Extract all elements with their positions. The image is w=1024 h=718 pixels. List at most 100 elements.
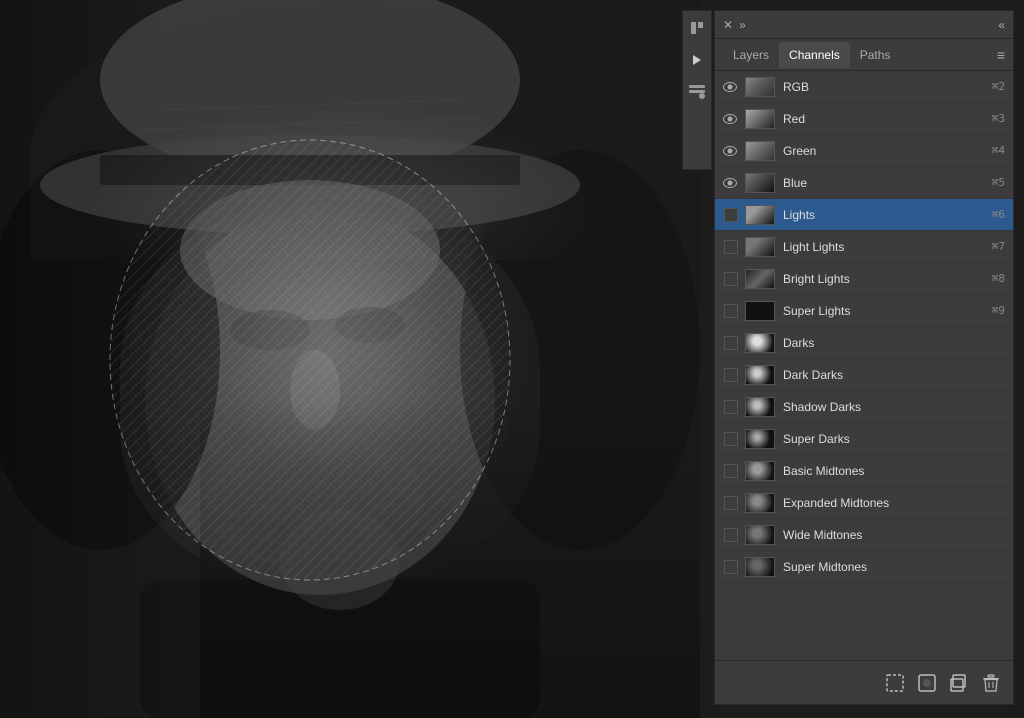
panel-titlebar: ✕ » «: [715, 11, 1013, 39]
channel-name-green: Green: [779, 144, 992, 158]
vis-square-basic-midtones: [724, 464, 738, 478]
channel-row-basic-midtones[interactable]: Basic Midtones: [715, 455, 1013, 487]
eye-visibility-red[interactable]: [719, 114, 741, 124]
vis-square-wide-midtones: [724, 528, 738, 542]
channel-shortcut-bright-lights: ⌘8: [992, 272, 1009, 285]
channel-name-dark-darks: Dark Darks: [779, 368, 1009, 382]
delete-channel-button[interactable]: [979, 671, 1003, 695]
channel-list: RGB⌘2Red⌘3Green⌘4Blue⌘5Lights⌘6Light Lig…: [715, 71, 1013, 660]
channel-name-super-lights: Super Lights: [779, 304, 992, 318]
bottom-toolbar: [715, 660, 1013, 704]
channel-shortcut-super-lights: ⌘9: [992, 304, 1009, 317]
eye-visibility-shadow-darks[interactable]: [719, 400, 741, 414]
vis-square-bright-lights: [724, 272, 738, 286]
side-toolbar: [682, 10, 712, 170]
channel-thumb-super-lights: [745, 301, 775, 321]
tab-paths[interactable]: Paths: [850, 42, 901, 68]
channel-name-blue: Blue: [779, 176, 992, 190]
new-channel-button[interactable]: [915, 671, 939, 695]
eye-visibility-bright-lights[interactable]: [719, 272, 741, 286]
eye-visibility-wide-midtones[interactable]: [719, 528, 741, 542]
vis-square-shadow-darks: [724, 400, 738, 414]
channel-thumb-shadow-darks: [745, 397, 775, 417]
eye-icon-green[interactable]: [723, 146, 737, 156]
eye-visibility-basic-midtones[interactable]: [719, 464, 741, 478]
channel-shortcut-green: ⌘4: [992, 144, 1009, 157]
eye-visibility-super-darks[interactable]: [719, 432, 741, 446]
channel-row-darks[interactable]: Darks: [715, 327, 1013, 359]
vis-square-light-lights: [724, 240, 738, 254]
channel-row-bright-lights[interactable]: Bright Lights⌘8: [715, 263, 1013, 295]
channel-row-super-darks[interactable]: Super Darks: [715, 423, 1013, 455]
eye-visibility-blue[interactable]: [719, 178, 741, 188]
channel-name-wide-midtones: Wide Midtones: [779, 528, 1009, 542]
panel-menu-icon[interactable]: ≡: [997, 47, 1005, 63]
channel-name-lights: Lights: [779, 208, 992, 222]
tab-bar: Layers Channels Paths ≡: [715, 39, 1013, 71]
eye-visibility-rgb[interactable]: [719, 82, 741, 92]
vis-square-super-midtones: [724, 560, 738, 574]
channel-name-shadow-darks: Shadow Darks: [779, 400, 1009, 414]
layer-tool-icon[interactable]: [686, 81, 708, 103]
channel-name-light-lights: Light Lights: [779, 240, 992, 254]
play-icon[interactable]: [686, 49, 708, 71]
channel-name-bright-lights: Bright Lights: [779, 272, 992, 286]
collapse-button[interactable]: «: [998, 18, 1005, 32]
vis-square-lights: [724, 208, 738, 222]
channel-name-super-darks: Super Darks: [779, 432, 1009, 446]
expand-button[interactable]: »: [739, 18, 746, 32]
channel-thumb-dark-darks: [745, 365, 775, 385]
channel-row-super-lights[interactable]: Super Lights⌘9: [715, 295, 1013, 327]
channel-row-red[interactable]: Red⌘3: [715, 103, 1013, 135]
eye-icon-rgb[interactable]: [723, 82, 737, 92]
channel-name-darks: Darks: [779, 336, 1009, 350]
channel-row-shadow-darks[interactable]: Shadow Darks: [715, 391, 1013, 423]
channel-row-expanded-mid[interactable]: Expanded Midtones: [715, 487, 1013, 519]
channels-panel: ✕ » « Layers Channels Paths ≡ RGB⌘2Red⌘3…: [714, 10, 1014, 705]
eye-visibility-dark-darks[interactable]: [719, 368, 741, 382]
channel-shortcut-light-lights: ⌘7: [992, 240, 1009, 253]
channel-row-wide-midtones[interactable]: Wide Midtones: [715, 519, 1013, 551]
channel-name-basic-midtones: Basic Midtones: [779, 464, 1009, 478]
channel-thumb-green: [745, 141, 775, 161]
channel-thumb-blue: [745, 173, 775, 193]
channel-row-blue[interactable]: Blue⌘5: [715, 167, 1013, 199]
vis-square-expanded-mid: [724, 496, 738, 510]
channel-thumb-super-darks: [745, 429, 775, 449]
eye-visibility-darks[interactable]: [719, 336, 741, 350]
channel-thumb-basic-midtones: [745, 461, 775, 481]
eye-icon-red[interactable]: [723, 114, 737, 124]
channel-row-lights[interactable]: Lights⌘6: [715, 199, 1013, 231]
channel-row-light-lights[interactable]: Light Lights⌘7: [715, 231, 1013, 263]
eye-visibility-super-lights[interactable]: [719, 304, 741, 318]
tab-layers[interactable]: Layers: [723, 42, 779, 68]
channel-row-rgb[interactable]: RGB⌘2: [715, 71, 1013, 103]
channel-row-green[interactable]: Green⌘4: [715, 135, 1013, 167]
eye-visibility-lights[interactable]: [719, 208, 741, 222]
eye-visibility-green[interactable]: [719, 146, 741, 156]
channel-name-super-midtones: Super Midtones: [779, 560, 1009, 574]
eye-icon-blue[interactable]: [723, 178, 737, 188]
channel-thumb-wide-midtones: [745, 525, 775, 545]
vis-square-darks: [724, 336, 738, 350]
channel-thumb-darks: [745, 333, 775, 353]
channel-row-dark-darks[interactable]: Dark Darks: [715, 359, 1013, 391]
channel-row-super-midtones[interactable]: Super Midtones: [715, 551, 1013, 583]
eye-visibility-light-lights[interactable]: [719, 240, 741, 254]
channel-thumb-light-lights: [745, 237, 775, 257]
tool-icon-1[interactable]: [686, 17, 708, 39]
channel-thumb-rgb: [745, 77, 775, 97]
eye-visibility-super-midtones[interactable]: [719, 560, 741, 574]
tab-channels[interactable]: Channels: [779, 42, 850, 68]
channel-shortcut-rgb: ⌘2: [992, 80, 1009, 93]
selection-button[interactable]: [883, 671, 907, 695]
close-button[interactable]: ✕: [723, 18, 733, 32]
vis-square-super-darks: [724, 432, 738, 446]
vis-square-dark-darks: [724, 368, 738, 382]
channel-shortcut-lights: ⌘6: [992, 208, 1009, 221]
duplicate-channel-button[interactable]: [947, 671, 971, 695]
channel-thumb-lights: [745, 205, 775, 225]
channel-thumb-expanded-mid: [745, 493, 775, 513]
eye-visibility-expanded-mid[interactable]: [719, 496, 741, 510]
channel-shortcut-red: ⌘3: [992, 112, 1009, 125]
